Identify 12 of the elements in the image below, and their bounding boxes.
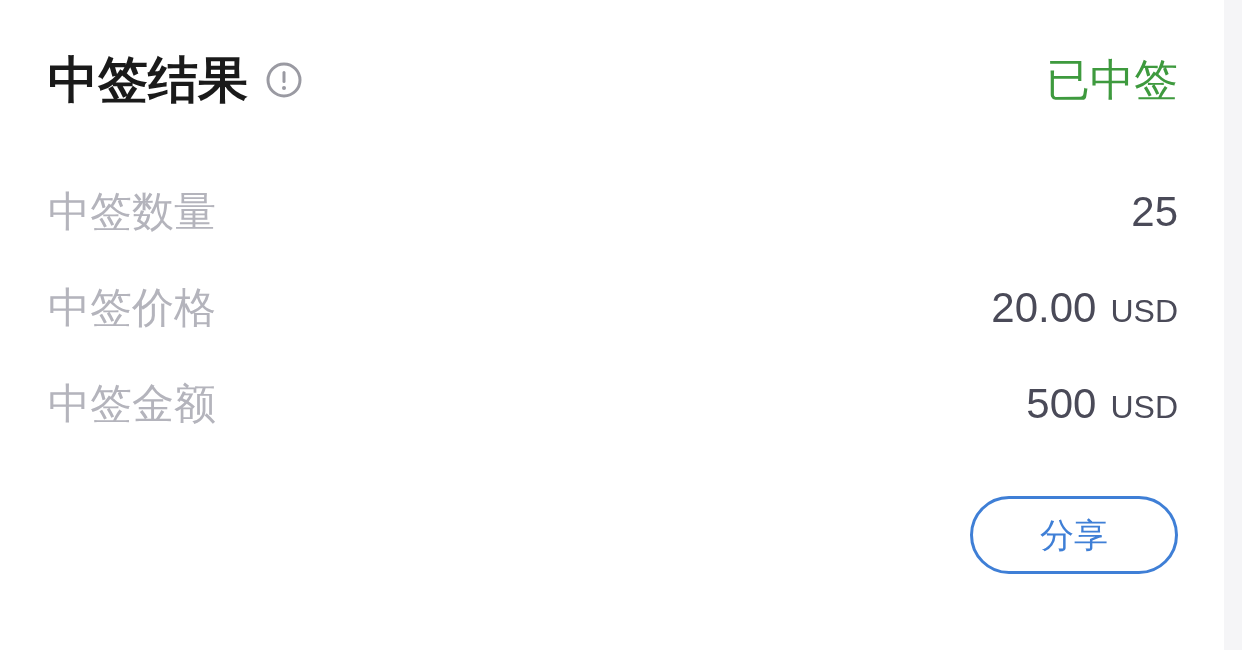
unit-label: USD (1110, 295, 1178, 327)
row-label: 中签价格 (48, 287, 216, 329)
row-label: 中签金额 (48, 383, 216, 425)
row-value: 20.00 (991, 287, 1097, 329)
row-value: 25 (1131, 191, 1178, 233)
section-title: 中签结果 (48, 55, 248, 105)
unit-label: USD (1110, 391, 1178, 423)
share-button[interactable]: 分享 (970, 496, 1178, 574)
row-value: 500 (1026, 383, 1097, 425)
row-label: 中签数量 (48, 191, 216, 233)
info-icon[interactable] (266, 62, 302, 98)
status-label: 已中签 (1046, 58, 1178, 102)
